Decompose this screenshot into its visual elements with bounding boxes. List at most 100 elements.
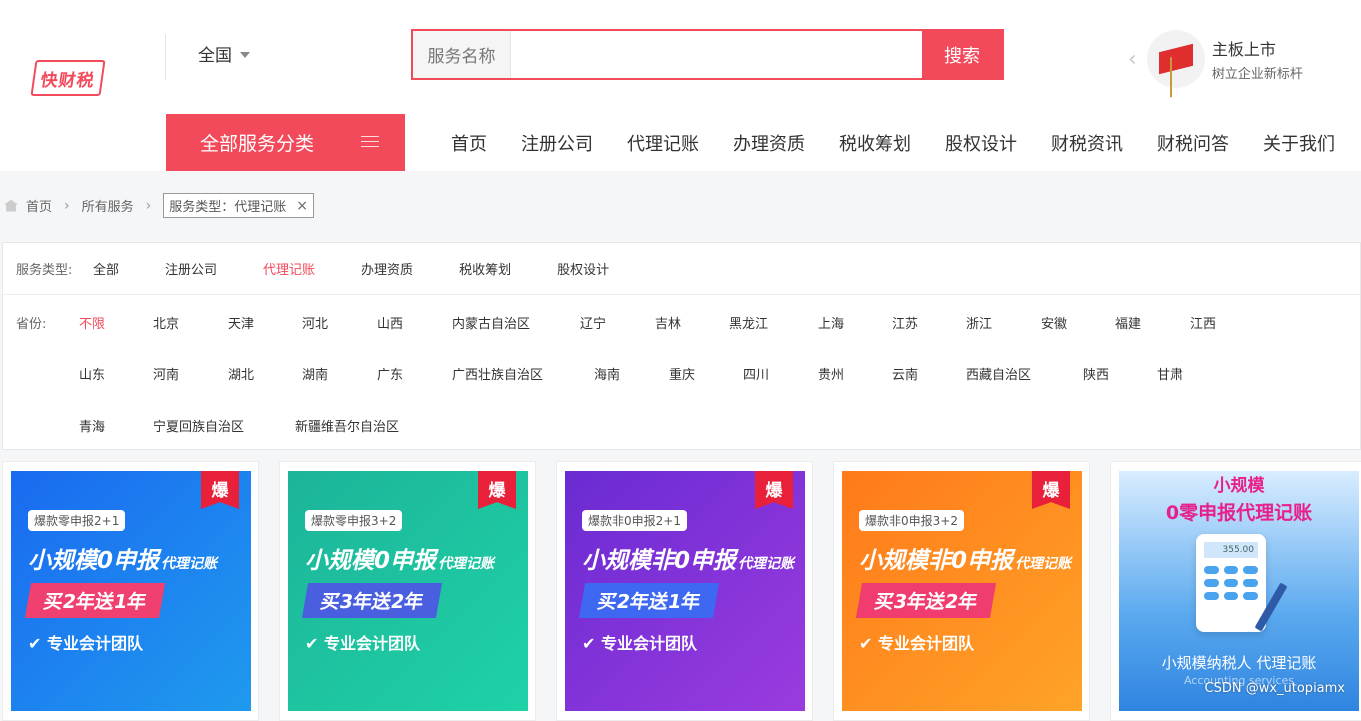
service-type-option[interactable]: 注册公司 [165,259,217,278]
service-type-option[interactable]: 税收筹划 [459,259,511,278]
card-headline-suffix: 代理记账 [1015,556,1072,572]
province-option[interactable]: 湖北 [228,364,254,383]
nav-link[interactable]: 关于我们 [1246,114,1352,171]
nav-link[interactable]: 财税问答 [1140,114,1246,171]
province-option[interactable]: 山西 [377,313,403,332]
chevron-right-icon: › [64,197,70,214]
menu-list-icon [361,136,379,148]
hot-badge: 爆 [201,471,239,509]
card-headline: 小规模非0申报 代理记账 [582,541,794,575]
province-option[interactable]: 广东 [377,364,403,383]
card-team-text: 专业会计团队 [323,634,420,653]
province-label: 省份: [16,317,47,332]
province-option[interactable]: 江苏 [892,313,918,332]
search-type-label[interactable]: 服务名称 [413,31,511,78]
nav-link[interactable]: 代理记账 [610,114,716,171]
card-offer: 买2年送1年 [578,583,720,618]
nav-link[interactable]: 注册公司 [504,114,610,171]
card-headline-main: 小规模0申报 [305,548,437,574]
header-divider [165,34,166,80]
card-headline-main: 小规模非0申报 [859,548,1014,574]
province-option[interactable]: 天津 [228,313,254,332]
province-option[interactable]: 福建 [1115,313,1141,332]
province-option[interactable]: 黑龙江 [729,313,768,332]
card-tag: 爆款非0申报2+1 [582,510,687,531]
main-nav: 首页 注册公司 代理记账 办理资质 税收筹划 股权设计 财税资讯 财税问答 关于我们 [434,114,1352,171]
province-option[interactable]: 上海 [818,313,844,332]
card-team: ✔ 专业会计团队 [28,630,143,654]
card-headline-suffix: 代理记账 [438,556,495,572]
search-input[interactable] [511,31,922,78]
watermark: CSDN @wx_utopiamx [1204,681,1346,696]
nav-link[interactable]: 办理资质 [716,114,822,171]
province-option[interactable]: 湖南 [302,364,328,383]
city-selector[interactable]: 全国 [198,41,250,66]
province-option[interactable]: 河北 [302,313,328,332]
province-option[interactable]: 浙江 [966,313,992,332]
filter-chip-label: 服务类型：代理记账 [169,200,287,215]
card-offer: 买2年送1年 [24,583,166,618]
province-option[interactable]: 安徽 [1041,313,1067,332]
province-option[interactable]: 甘肃 [1157,364,1183,383]
province-option[interactable]: 新疆维吾尔自治区 [295,416,399,435]
breadcrumb-all-services[interactable]: 所有服务 [82,196,134,215]
service-card-banner[interactable]: 爆爆款零申报2+1 小规模0申报 代理记账买2年送1年 ✔ 专业会计团队 [11,471,251,711]
breadcrumb-home[interactable]: 首页 [26,196,52,215]
service-card[interactable]: 爆爆款零申报3+2 小规模0申报 代理记账 买3年送2年 ✔ 专业会计团队 [279,461,536,721]
province-option[interactable]: 陕西 [1083,364,1109,383]
all-categories-label: 全部服务分类 [200,133,315,155]
province-option[interactable]: 江西 [1190,313,1216,332]
card-offer: 买3年送2年 [301,583,443,618]
site-logo[interactable]: 快财税 [30,60,106,96]
header-promo[interactable]: ‹ 主板上市 树立企业新标杆 [1128,30,1348,88]
service-type-option[interactable]: 代理记账 [263,259,315,278]
filter-panel: 服务类型: 全部 注册公司 代理记账 办理资质 税收筹划 股权设计 省份: 不限 北京 天津河… [2,242,1361,450]
province-option[interactable]: 北京 [153,313,179,332]
service-card-banner[interactable]: 爆爆款非0申报3+2 小规模非0申报 代理记账 买3年送2年 ✔ 专业会计团队 [842,471,1082,711]
card-team: ✔ 专业会计团队 [582,630,697,654]
card-title-line2: 0零申报代理记账 [1165,502,1313,524]
card-tag: 爆款零申报2+1 [28,510,126,531]
province-option[interactable]: 内蒙古自治区 [452,313,530,332]
calculator-icon: 355.00 [1196,534,1266,632]
nav-link[interactable]: 税收筹划 [822,114,928,171]
card-team: ✔ 专业会计团队 [859,630,974,654]
close-icon[interactable]: × [296,198,308,214]
province-option[interactable]: 云南 [892,364,918,383]
province-option[interactable]: 广西壮族自治区 [452,364,543,383]
province-option[interactable]: 青海 [79,416,105,435]
card-caption: 小规模纳税人 代理记账 [1161,654,1317,672]
card-headline: 小规模0申报 代理记账 [28,541,217,575]
service-card-banner[interactable]: 爆爆款非0申报2+1 小规模非0申报 代理记账 买2年送1年 ✔ 专业会计团队 [565,471,805,711]
province-option[interactable]: 四川 [743,364,769,383]
province-option[interactable]: 海南 [594,364,620,383]
breadcrumb: 首页 › 所有服务 › 服务类型：代理记账 × [4,193,314,218]
all-categories-button[interactable]: 全部服务分类 [166,114,405,171]
province-option[interactable]: 重庆 [669,364,695,383]
province-option[interactable]: 河南 [153,364,179,383]
check-icon: ✔ [28,634,47,653]
province-option[interactable]: 宁夏回族自治区 [153,416,244,435]
service-card[interactable]: 爆爆款零申报2+1 小规模0申报 代理记账买2年送1年 ✔ 专业会计团队 [2,461,259,721]
service-card[interactable]: 爆爆款非0申报3+2 小规模非0申报 代理记账 买3年送2年 ✔ 专业会计团队 [833,461,1090,721]
service-type-option[interactable]: 股权设计 [557,259,609,278]
filter-chip[interactable]: 服务类型：代理记账 × [163,193,314,218]
province-option[interactable]: 西藏自治区 [966,364,1031,383]
hot-badge: 爆 [1032,471,1070,509]
chevron-left-icon[interactable]: ‹ [1128,47,1137,72]
service-type-option[interactable]: 全部 [93,259,119,278]
province-option[interactable]: 不限 [79,313,105,332]
nav-link[interactable]: 首页 [434,114,504,171]
search-button[interactable]: 搜索 [922,31,1002,78]
check-icon: ✔ [305,634,324,653]
service-card[interactable]: 爆爆款非0申报2+1 小规模非0申报 代理记账 买2年送1年 ✔ 专业会计团队 [556,461,813,721]
province-option[interactable]: 山东 [79,364,105,383]
service-card-banner[interactable]: 小规模 0零申报代理记账 355.00 小规模纳税人 代理记账 Accounting s… [1119,471,1359,711]
service-type-option[interactable]: 办理资质 [361,259,413,278]
province-option[interactable]: 贵州 [818,364,844,383]
service-card-banner[interactable]: 爆爆款零申报3+2 小规模0申报 代理记账 买3年送2年 ✔ 专业会计团队 [288,471,528,711]
province-option[interactable]: 辽宁 [580,313,606,332]
province-option[interactable]: 吉林 [655,313,681,332]
nav-link[interactable]: 财税资讯 [1034,114,1140,171]
nav-link[interactable]: 股权设计 [928,114,1034,171]
